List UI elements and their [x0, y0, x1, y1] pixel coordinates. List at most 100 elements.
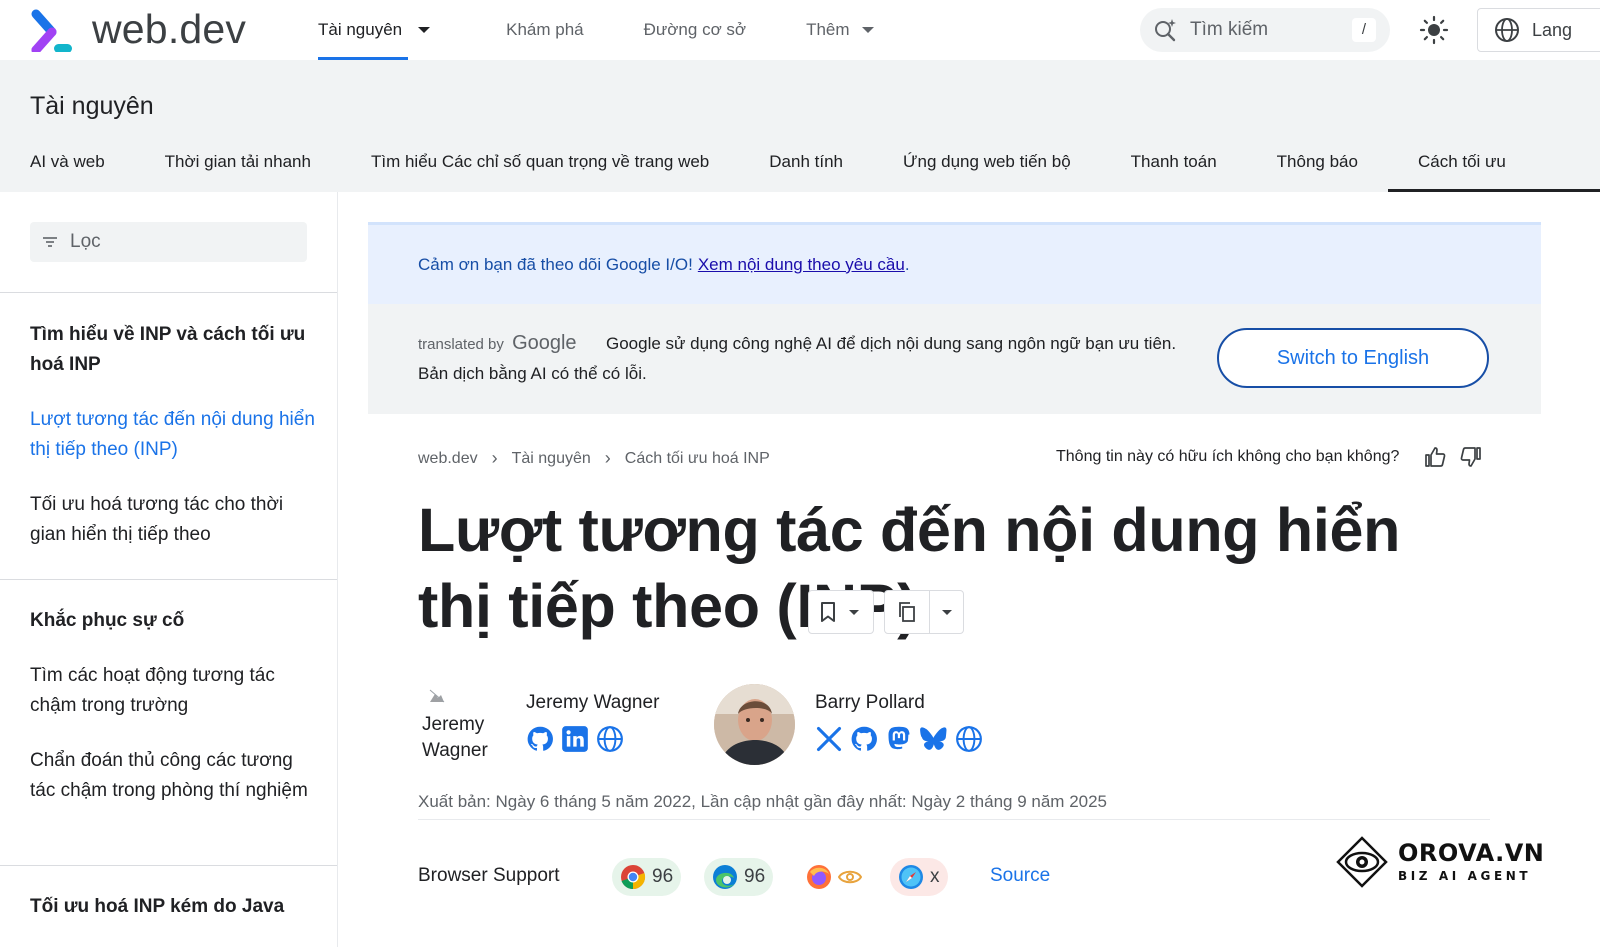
bookmark-icon — [821, 602, 835, 622]
breadcrumb-home[interactable]: web.dev — [418, 450, 478, 468]
section-title: Tài nguyên — [30, 92, 154, 120]
section-tabs: AI và web Thời gian tải nhanh Tìm hiểu C… — [30, 132, 1600, 192]
nav-baseline-label: Đường cơ sở — [643, 20, 747, 39]
sidebar-group-javascript: Tối ưu hoá INP kém do Java — [30, 896, 285, 917]
mastodon-icon[interactable] — [881, 724, 916, 754]
linkedin-icon[interactable] — [557, 724, 592, 754]
chrome-support-badge: 96 — [612, 858, 682, 896]
avatar-broken-image: Jeremy Wagner — [422, 686, 494, 764]
orova-logo-icon — [1336, 836, 1388, 888]
chevron-right-icon: › — [604, 448, 611, 468]
sidebar-item-optimize-inp[interactable]: Tối ưu hoá tương tác cho thời gian hiển … — [30, 490, 315, 550]
search-shortcut-key: / — [1352, 18, 1376, 42]
copy-link-button[interactable] — [885, 591, 930, 633]
person-photo-icon — [714, 684, 795, 765]
author-name[interactable]: Barry Pollard — [815, 692, 925, 714]
x-icon[interactable] — [811, 724, 846, 754]
search-spark-icon — [1155, 19, 1176, 42]
avatar-barry-pollard — [714, 684, 795, 765]
nav-more-label: Thêm — [806, 20, 850, 39]
nav-explore[interactable]: Khám phá — [506, 0, 584, 60]
nav-baseline[interactable]: Đường cơ sở — [644, 0, 746, 60]
helpful-question: Thông tin này có hữu ích không cho bạn k… — [1056, 448, 1400, 465]
tab-ai-and-web[interactable]: AI và web — [30, 132, 105, 192]
edge-icon — [713, 865, 737, 889]
sidebar-group-troubleshoot: Khắc phục sự cố — [30, 610, 185, 631]
banner-end: . — [904, 254, 910, 274]
translation-info-line2: Bản dịch bằng AI có thể có lỗi. — [418, 364, 647, 383]
translated-by-label: translated by Google — [418, 332, 577, 355]
main-content: Cảm ơn bạn đã theo dõi Google I/O! Xem n… — [338, 192, 1600, 947]
section-band: Tài nguyên AI và web Thời gian tải nhanh… — [0, 60, 1600, 192]
translation-notice: translated by Google Google sử dụng công… — [368, 304, 1541, 414]
edge-support-badge: 96 — [704, 858, 774, 896]
thumbs-down-button[interactable] — [1458, 444, 1484, 470]
switch-to-english-button[interactable]: Switch to English — [1217, 328, 1489, 388]
language-selector[interactable]: Lang — [1477, 8, 1600, 52]
chrome-icon — [621, 865, 646, 890]
webdev-logo-icon[interactable] — [30, 8, 74, 52]
chevron-down-icon — [849, 609, 859, 615]
copy-options-button[interactable] — [930, 609, 963, 615]
tab-progressive-web-apps[interactable]: Ứng dụng web tiến bộ — [903, 132, 1071, 192]
publish-date: Xuất bản: Ngày 6 tháng 5 năm 2022, Lần c… — [418, 792, 1108, 811]
translated-by-text: translated by — [418, 336, 504, 353]
banner-text: Cảm ơn bạn đã theo dõi Google I/O! — [418, 254, 693, 274]
safari-status: x — [930, 866, 940, 887]
sidebar-item-find-slow-interactions[interactable]: Tìm các hoạt động tương tác chậm trong t… — [30, 661, 315, 721]
nav-more[interactable]: Thêm — [806, 0, 874, 60]
browser-support-label: Browser Support — [418, 865, 560, 886]
orova-name: OROVA.VN — [1398, 839, 1545, 867]
author-name[interactable]: Jeremy Wagner — [526, 692, 659, 714]
safari-icon — [899, 865, 923, 889]
sidebar-item-diagnose-lab[interactable]: Chẩn đoán thủ công các tương tác chậm tr… — [30, 746, 315, 806]
google-wordmark: Google — [512, 332, 577, 354]
firefox-support-badge — [798, 858, 870, 896]
tab-notifications[interactable]: Thông báo — [1277, 132, 1358, 192]
author-links — [522, 724, 627, 754]
filter-input[interactable] — [70, 231, 270, 253]
globe-icon[interactable] — [592, 724, 627, 754]
tab-optimize-inp[interactable]: Cách tối ưu — [1387, 132, 1600, 192]
search-box[interactable]: / — [1140, 8, 1390, 52]
banner-link[interactable]: Xem nội dung theo yêu cầu — [698, 255, 905, 275]
tab-payments[interactable]: Thanh toán — [1131, 132, 1217, 192]
divider — [418, 819, 1490, 820]
translation-info-line1: Google sử dụng công nghệ AI để dịch nội … — [606, 334, 1177, 353]
chevron-down-icon — [418, 27, 431, 33]
bookmark-button[interactable] — [808, 590, 874, 634]
chrome-version: 96 — [652, 866, 674, 887]
thumbs-up-button[interactable] — [1422, 444, 1448, 470]
sun-icon — [1419, 15, 1449, 45]
breadcrumb-resources[interactable]: Tài nguyên — [512, 450, 591, 468]
github-icon[interactable] — [522, 724, 557, 754]
nav-resources[interactable]: Tài nguyên — [318, 0, 431, 60]
theme-toggle-button[interactable] — [1414, 10, 1454, 50]
chevron-right-icon: › — [491, 448, 498, 468]
orova-tagline: BIZ AI AGENT — [1398, 869, 1532, 883]
sidebar-item-inp[interactable]: Lượt tương tác đến nội dung hiển thị tiế… — [30, 405, 315, 465]
source-link[interactable]: Source — [990, 865, 1050, 887]
firefox-icon — [807, 865, 831, 889]
github-icon[interactable] — [846, 724, 881, 754]
bluesky-icon[interactable] — [916, 724, 951, 754]
broken-image-icon — [429, 689, 445, 703]
orova-watermark: OROVA.VN BIZ AI AGENT — [1336, 836, 1544, 888]
globe-icon[interactable] — [951, 724, 986, 754]
tab-core-web-vitals[interactable]: Tìm hiểu Các chỉ số quan trọng về trang … — [371, 132, 709, 192]
filter-icon — [43, 237, 57, 247]
copy-button-group — [884, 590, 964, 634]
left-sidebar: Tìm hiểu về INP và cách tối ưu hoá INP L… — [0, 192, 338, 947]
top-nav: Tài nguyên Khám phá Đường cơ sở Thêm — [318, 0, 934, 60]
copy-icon — [899, 602, 915, 622]
filter-box[interactable] — [30, 222, 307, 262]
brand-name[interactable]: web.dev — [92, 6, 246, 53]
search-input[interactable] — [1190, 19, 1340, 41]
tab-fast-load-times[interactable]: Thời gian tải nhanh — [165, 132, 311, 192]
io-banner: Cảm ơn bạn đã theo dõi Google I/O! Xem n… — [368, 222, 1541, 304]
breadcrumb-current[interactable]: Cách tối ưu hoá INP — [625, 450, 770, 468]
author-links — [811, 724, 986, 754]
tab-identity[interactable]: Danh tính — [769, 132, 843, 192]
top-header: web.dev Tài nguyên Khám phá Đường cơ sở … — [0, 0, 1600, 60]
sidebar-divider — [0, 292, 337, 293]
